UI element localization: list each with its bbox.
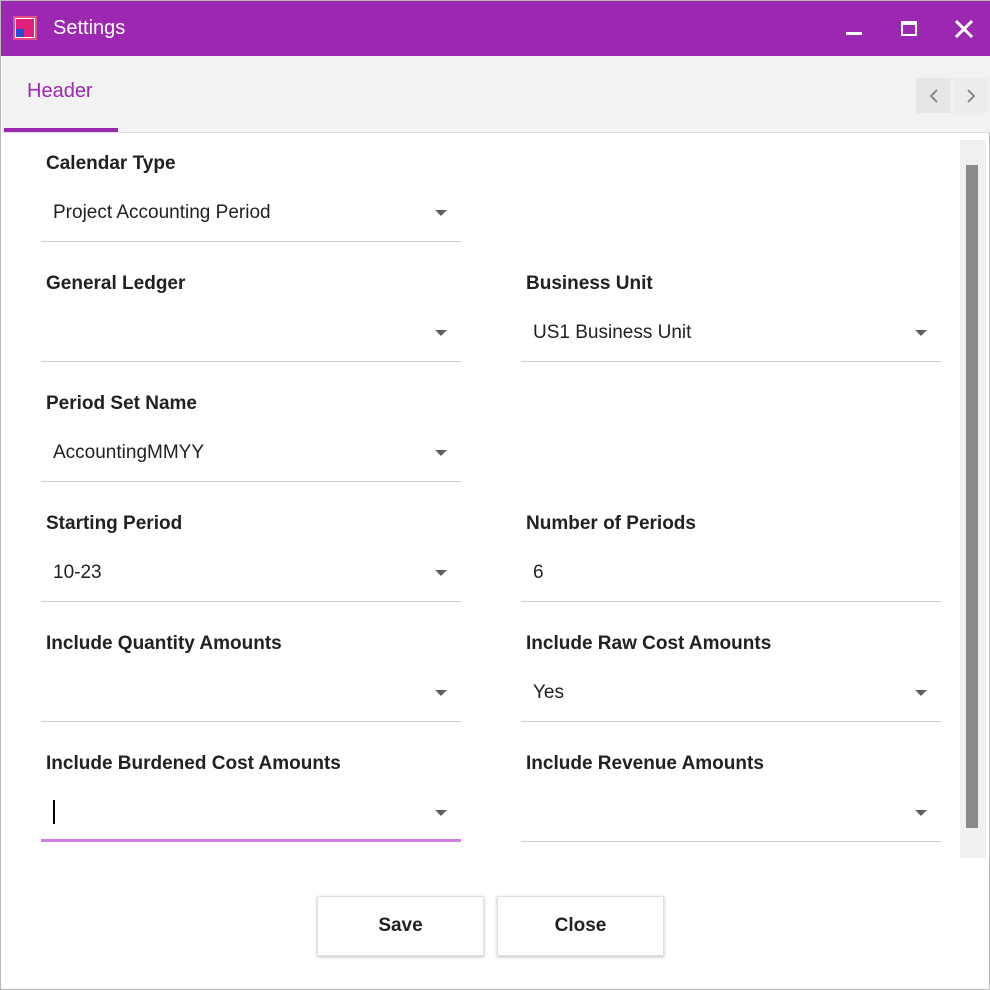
close-icon bbox=[954, 19, 973, 38]
dropdown-arrow-icon bbox=[435, 450, 447, 456]
business-unit-value: US1 Business Unit bbox=[533, 322, 692, 343]
include-revenue-amounts-dropdown[interactable] bbox=[521, 784, 941, 842]
tab-scroll-left-button[interactable] bbox=[916, 78, 951, 113]
general-ledger-dropdown[interactable] bbox=[41, 304, 461, 362]
include-raw-cost-amounts-dropdown[interactable]: Yes bbox=[521, 664, 941, 722]
general-ledger-field: General Ledger bbox=[41, 254, 461, 374]
dropdown-arrow-icon bbox=[915, 810, 927, 816]
number-of-periods-label: Number of Periods bbox=[526, 513, 696, 534]
period-set-name-label: Period Set Name bbox=[46, 393, 197, 414]
include-burdened-cost-amounts-dropdown[interactable] bbox=[41, 784, 461, 842]
dropdown-arrow-icon bbox=[435, 330, 447, 336]
maximize-icon bbox=[900, 20, 917, 36]
include-quantity-amounts-dropdown[interactable] bbox=[41, 664, 461, 722]
maximize-button[interactable] bbox=[881, 1, 936, 56]
starting-period-field: Starting Period 10-23 bbox=[41, 494, 461, 614]
dropdown-arrow-icon bbox=[435, 810, 447, 816]
number-of-periods-field: Number of Periods 6 bbox=[521, 494, 941, 614]
include-burdened-cost-amounts-field: Include Burdened Cost Amounts bbox=[41, 734, 461, 854]
include-quantity-amounts-field: Include Quantity Amounts bbox=[41, 614, 461, 734]
business-unit-field: Business Unit US1 Business Unit bbox=[521, 254, 941, 374]
window-title: Settings bbox=[53, 17, 126, 39]
tab-header-label: Header bbox=[27, 80, 93, 102]
scrollbar-thumb[interactable] bbox=[966, 165, 978, 828]
calendar-type-field: Calendar Type Project Accounting Period bbox=[41, 134, 461, 254]
dropdown-arrow-icon bbox=[915, 690, 927, 696]
include-raw-cost-amounts-field: Include Raw Cost Amounts Yes bbox=[521, 614, 941, 734]
starting-period-dropdown[interactable]: 10-23 bbox=[41, 544, 461, 602]
tab-scroll-right-button[interactable] bbox=[953, 78, 988, 113]
settings-form: Calendar Type Project Accounting Period … bbox=[3, 134, 959, 864]
business-unit-dropdown[interactable]: US1 Business Unit bbox=[521, 304, 941, 362]
dropdown-arrow-icon bbox=[435, 570, 447, 576]
include-revenue-amounts-field: Include Revenue Amounts bbox=[521, 734, 941, 854]
close-button[interactable]: Close bbox=[497, 896, 664, 956]
tab-strip: Header bbox=[2, 56, 990, 133]
minimize-icon bbox=[845, 31, 862, 35]
dropdown-arrow-icon bbox=[435, 690, 447, 696]
include-raw-cost-amounts-value: Yes bbox=[533, 682, 564, 703]
number-of-periods-value: 6 bbox=[533, 562, 544, 583]
chevron-left-icon bbox=[929, 88, 938, 103]
tab-header[interactable]: Header bbox=[4, 56, 118, 132]
vertical-scrollbar[interactable] bbox=[960, 140, 986, 858]
include-revenue-amounts-label: Include Revenue Amounts bbox=[526, 753, 764, 774]
settings-window: Settings Header Calendar Type Project Ac… bbox=[0, 0, 990, 990]
starting-period-value: 10-23 bbox=[53, 562, 102, 583]
save-button[interactable]: Save bbox=[317, 896, 484, 956]
active-tab-indicator bbox=[4, 128, 118, 132]
dropdown-arrow-icon bbox=[435, 210, 447, 216]
chevron-right-icon bbox=[966, 88, 975, 103]
period-set-name-field: Period Set Name AccountingMMYY bbox=[41, 374, 461, 494]
close-window-button[interactable] bbox=[936, 1, 990, 56]
period-set-name-dropdown[interactable]: AccountingMMYY bbox=[41, 424, 461, 482]
starting-period-label: Starting Period bbox=[46, 513, 183, 534]
include-raw-cost-amounts-label: Include Raw Cost Amounts bbox=[526, 633, 772, 654]
include-quantity-amounts-label: Include Quantity Amounts bbox=[46, 633, 282, 654]
app-logo-icon bbox=[13, 16, 37, 40]
minimize-button[interactable] bbox=[826, 1, 881, 56]
calendar-type-label: Calendar Type bbox=[46, 153, 176, 174]
title-bar: Settings bbox=[1, 1, 990, 56]
calendar-type-dropdown[interactable]: Project Accounting Period bbox=[41, 184, 461, 242]
include-burdened-cost-amounts-label: Include Burdened Cost Amounts bbox=[46, 753, 341, 774]
period-set-name-value: AccountingMMYY bbox=[53, 442, 205, 463]
number-of-periods-input[interactable]: 6 bbox=[521, 544, 941, 602]
dropdown-arrow-icon bbox=[915, 330, 927, 336]
calendar-type-value: Project Accounting Period bbox=[53, 202, 271, 223]
general-ledger-label: General Ledger bbox=[46, 273, 186, 294]
text-cursor bbox=[53, 800, 55, 824]
business-unit-label: Business Unit bbox=[526, 273, 653, 294]
